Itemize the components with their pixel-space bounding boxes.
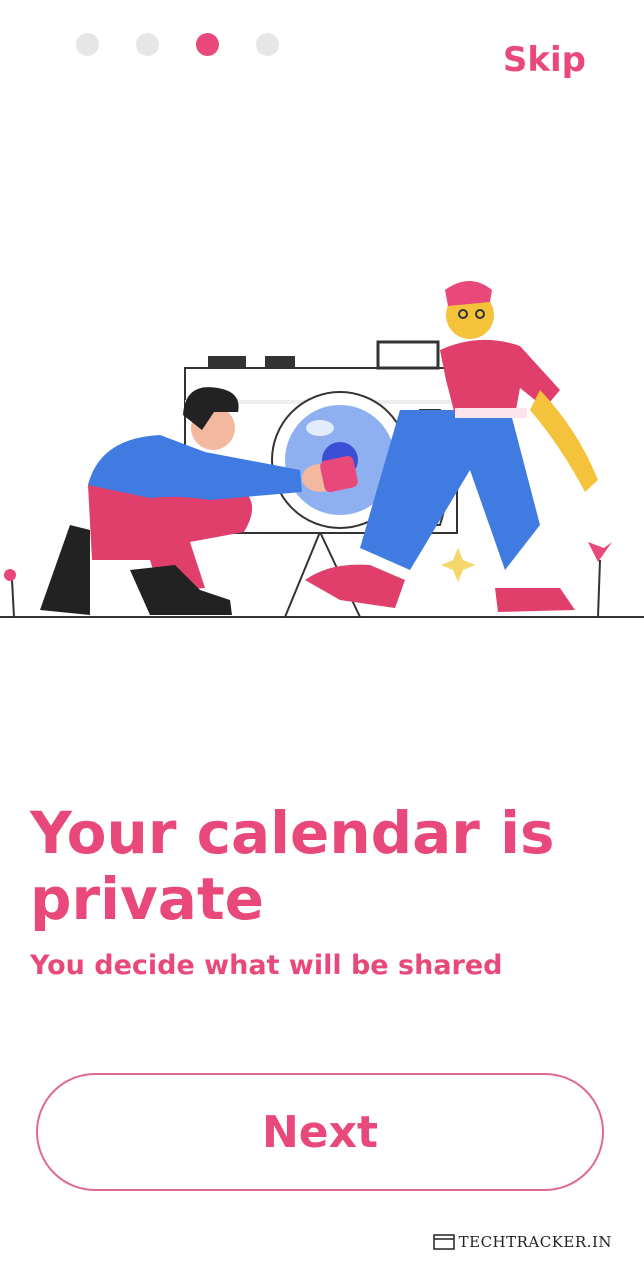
next-button[interactable]: Next (36, 1073, 604, 1191)
page-indicator (76, 33, 279, 56)
standing-man-belt (455, 408, 527, 418)
camera-button (208, 356, 246, 368)
flower-bloom (588, 542, 612, 562)
page-dot (76, 33, 99, 56)
skip-button[interactable]: Skip (503, 40, 586, 80)
camera-flash (376, 340, 440, 370)
flower-stem (11, 579, 15, 618)
man-back-leg (40, 525, 90, 615)
man-shoe (130, 565, 232, 615)
flower-bud (4, 569, 16, 581)
flower-stem (597, 559, 601, 618)
watermark: TECHTRACKER.IN (432, 1233, 612, 1251)
sparkle (441, 548, 475, 582)
standing-man-arm (530, 390, 598, 492)
page-dot (256, 33, 279, 56)
lens-reflection (306, 420, 334, 436)
browser-icon (432, 1234, 455, 1250)
onboarding-subtitle: You decide what will be shared (30, 950, 503, 981)
onboarding-illustration (0, 281, 644, 618)
camera-button (265, 356, 295, 368)
page-dot-active (196, 33, 219, 56)
page-dot (136, 33, 159, 56)
standing-man-shoe (495, 588, 575, 612)
watermark-text: TECHTRACKER.IN (458, 1233, 612, 1251)
standing-man-shoe (305, 564, 405, 608)
onboarding-title: Your calendar is private (30, 799, 555, 933)
standing-man-hair (445, 281, 492, 306)
